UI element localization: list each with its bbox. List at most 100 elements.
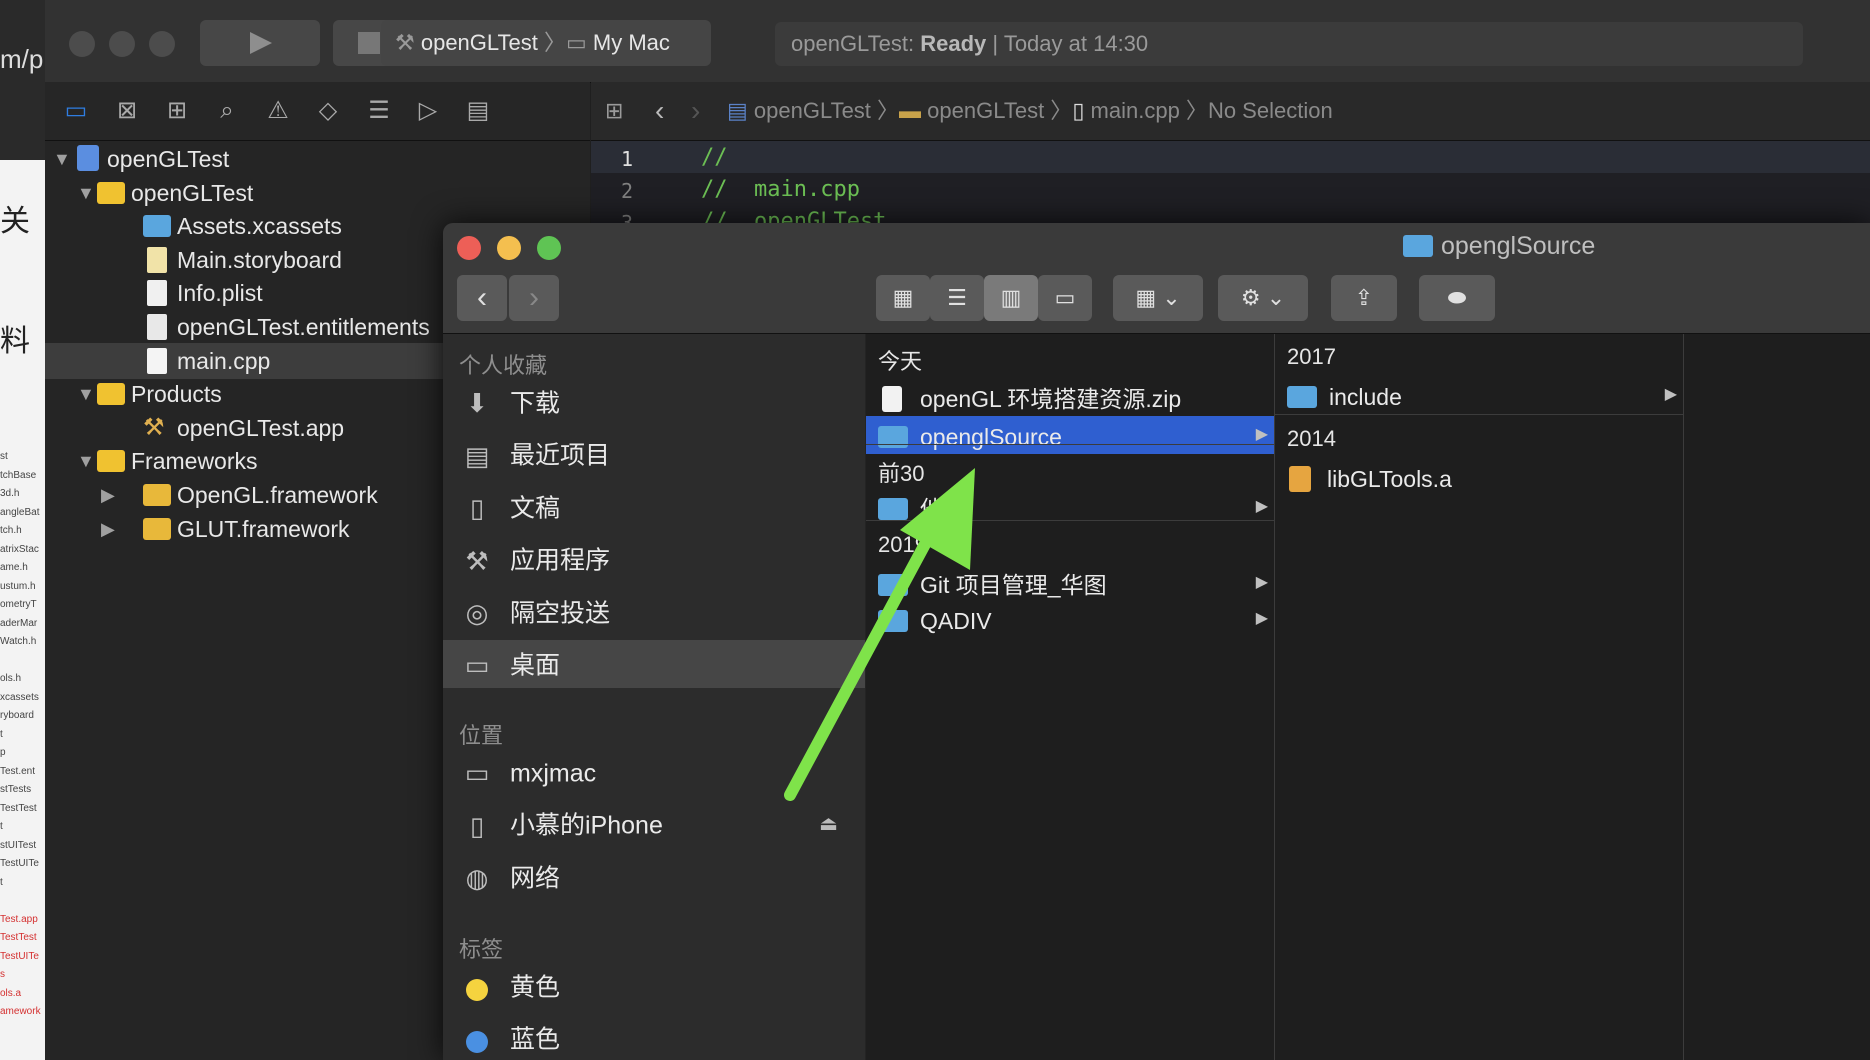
- cpp-file-icon: ▯: [1072, 98, 1091, 123]
- zip-file-icon: [882, 385, 902, 412]
- folder-icon: [143, 215, 171, 238]
- forward-button[interactable]: ›: [509, 275, 559, 321]
- column-item[interactable]: include ▶: [1275, 376, 1683, 414]
- cpp-file-icon: [147, 347, 167, 374]
- project-icon: [77, 145, 99, 171]
- finder-title: openglSource: [1403, 231, 1595, 261]
- breadcrumb-selection[interactable]: No Selection: [1208, 98, 1333, 123]
- sidebar-item-label: 应用程序: [510, 546, 611, 575]
- action-button[interactable]: ⚙ ⌄: [1218, 275, 1308, 321]
- gallery-icon: ▭: [1054, 285, 1076, 310]
- tags-button[interactable]: ⬬: [1419, 275, 1495, 321]
- finder-minimize-button[interactable]: [497, 236, 521, 260]
- background-snippet: tch.h: [0, 525, 22, 536]
- tag-color-dot-icon: [458, 1014, 496, 1060]
- column-item[interactable]: openglSource ▶: [866, 416, 1274, 454]
- list-view-button[interactable]: ☰: [930, 275, 984, 321]
- finder-close-button[interactable]: [457, 236, 481, 260]
- background-snippet: Test.app: [0, 913, 38, 925]
- framework-icon: [143, 484, 171, 506]
- background-snippet: Test.ent: [0, 765, 36, 777]
- background-char-2: 料: [0, 325, 30, 358]
- recents-icon: ▤: [464, 440, 490, 471]
- related-items-icon[interactable]: ⊞: [605, 82, 623, 140]
- breadcrumb-folder[interactable]: openGLTest: [927, 98, 1044, 123]
- search-icon[interactable]: ⌕: [212, 96, 242, 126]
- back-button[interactable]: ‹: [457, 275, 507, 321]
- line-number: 1: [621, 147, 634, 171]
- background-snippet: stTests: [0, 784, 32, 795]
- folder-icon: [97, 383, 125, 406]
- warning-icon[interactable]: ⚠: [263, 96, 293, 126]
- chevron-right-icon: ▶: [1255, 426, 1268, 443]
- close-button[interactable]: [69, 31, 95, 57]
- column-2: 2017 include ▶ 2014 libGLTools.a: [1275, 334, 1684, 1060]
- mac-icon: ▭: [565, 30, 593, 55]
- breakpoint-icon[interactable]: ▷: [413, 96, 443, 126]
- background-snippet: xcassets: [0, 691, 39, 703]
- background-snippet: ustum.h: [0, 580, 36, 592]
- zoom-button[interactable]: [149, 31, 175, 57]
- test-icon[interactable]: ◇: [313, 96, 343, 126]
- group-header: 2014: [1287, 426, 1336, 451]
- source-control-icon[interactable]: ⊠: [112, 96, 142, 126]
- breadcrumb: ▤ openGLTest 〉▬ openGLTest 〉▯ main.cpp 〉…: [727, 98, 1333, 123]
- column-item[interactable]: libGLTools.a: [1275, 458, 1683, 496]
- storyboard-file-icon: [147, 246, 167, 273]
- background-snippet: s: [0, 969, 5, 980]
- scheme-selector[interactable]: ⚒ openGLTest 〉▭ My Mac: [381, 20, 711, 66]
- gallery-view-button[interactable]: ▭: [1038, 275, 1092, 321]
- breadcrumb-file[interactable]: main.cpp: [1091, 98, 1180, 123]
- navigator-selector-bar: ▭ ⊠ ⊞ ⌕ ⚠ ◇ ☰ ▷ ▤: [45, 82, 590, 141]
- folder-icon: [1287, 385, 1317, 408]
- project-icon: ▤: [727, 98, 754, 123]
- group-button[interactable]: ▦ ⌄: [1113, 275, 1203, 321]
- column-view-button[interactable]: ▥: [984, 275, 1038, 321]
- chevron-right-icon: ▶: [1255, 574, 1268, 591]
- breadcrumb-project[interactable]: openGLTest: [754, 98, 871, 123]
- background-snippet: stUITest: [0, 839, 37, 851]
- disclosure-closed-icon[interactable]: ▶: [101, 509, 115, 549]
- scheme-device: My Mac: [592, 30, 670, 55]
- folder-icon[interactable]: ▭: [61, 96, 91, 126]
- hierarchy-icon[interactable]: ⊞: [162, 96, 192, 126]
- sidebar-tag[interactable]: 黄色: [458, 960, 858, 1012]
- group-separator: [866, 444, 1274, 445]
- folder-icon: [1403, 235, 1433, 258]
- column-item[interactable]: openGL 环境搭建资源.zip: [866, 378, 1274, 416]
- background-snippet: 3d.h: [0, 488, 20, 499]
- debug-icon[interactable]: ☰: [364, 96, 394, 126]
- column-item-label: libGLTools.a: [1327, 465, 1452, 492]
- sidebar-tag-label: 黄色: [510, 973, 561, 1002]
- background-snippet: TestTest: [0, 802, 37, 814]
- sidebar-item[interactable]: ⬇ 下载: [458, 376, 858, 428]
- grid-icon: ▦: [892, 285, 914, 310]
- background-snippet: amework: [0, 1006, 41, 1017]
- line-number: 2: [621, 179, 634, 203]
- report-icon[interactable]: ▤: [463, 96, 493, 126]
- group-header: 2017: [1287, 344, 1336, 369]
- plist-file-icon: [147, 280, 167, 307]
- back-arrow-icon[interactable]: ‹: [655, 82, 664, 140]
- group-header: 今天: [878, 349, 923, 374]
- forward-arrow-icon[interactable]: ›: [691, 82, 700, 140]
- laptop-icon: ▭: [464, 758, 490, 789]
- share-icon: ⇪: [1354, 285, 1374, 310]
- sidebar-tag[interactable]: 蓝色: [458, 1012, 858, 1060]
- tree-item-label: GLUT.framework: [177, 515, 350, 542]
- finder-zoom-button[interactable]: [537, 236, 561, 260]
- archive-icon: [1289, 465, 1311, 492]
- background-file-list: st tchBase 3d.h angleBat tch.h atrixStac ame.h…: [0, 448, 41, 1022]
- play-icon: [250, 32, 272, 54]
- entitlements-file-icon: [147, 314, 167, 340]
- group-icon: ▦ ⌄: [1135, 285, 1181, 310]
- icon-view-button[interactable]: ▦: [876, 275, 930, 321]
- background-snippet: ryboard: [0, 710, 34, 721]
- documents-icon: ▯: [469, 493, 485, 524]
- desktop-icon: ▭: [464, 650, 490, 681]
- sidebar-item[interactable]: ◍ 网络: [458, 851, 858, 903]
- scheme-project: openGLTest: [420, 30, 538, 55]
- minimize-button[interactable]: [109, 31, 135, 57]
- share-button[interactable]: ⇪: [1331, 275, 1397, 321]
- run-button[interactable]: [200, 20, 320, 66]
